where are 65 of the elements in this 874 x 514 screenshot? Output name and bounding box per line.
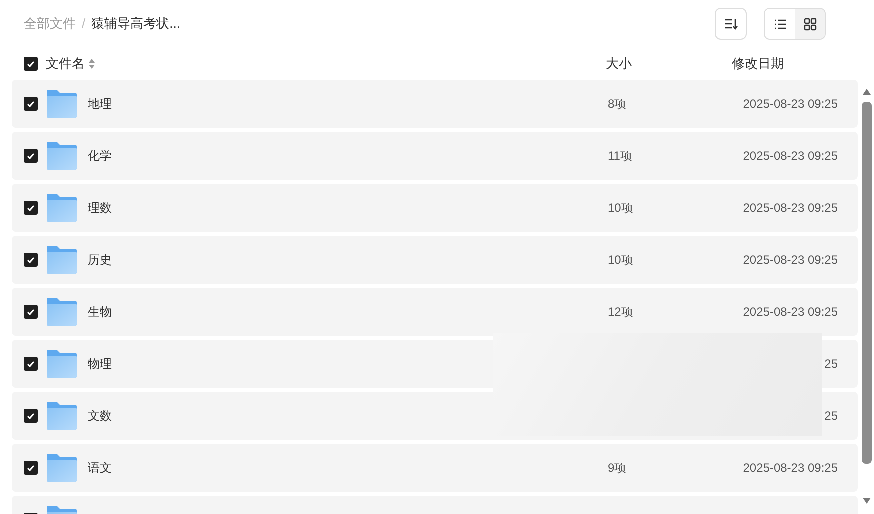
check-icon (27, 100, 35, 108)
modified-date: 2025-08-23 09:25 (742, 96, 838, 113)
check-icon (27, 360, 35, 368)
file-name: 化学 (88, 148, 113, 165)
check-icon (27, 204, 35, 212)
folder-icon (47, 350, 77, 378)
file-row[interactable]: 理数 10项 2025-08-23 09:25 (12, 184, 858, 232)
check-icon (27, 412, 35, 420)
file-name: 理数 (88, 200, 113, 217)
folder-icon (47, 142, 77, 170)
folder-icon (47, 298, 77, 326)
sort-lines-icon (724, 18, 738, 30)
checkbox[interactable] (24, 357, 38, 371)
check-icon (27, 256, 35, 264)
check-icon (27, 152, 35, 160)
checkbox[interactable] (24, 461, 38, 475)
checkbox[interactable] (24, 253, 38, 267)
folder-icon (47, 90, 77, 118)
file-name: 历史 (88, 252, 113, 269)
file-size: 10项 (608, 200, 634, 217)
modified-date: 2025-08-23 09:25 (742, 252, 838, 269)
file-name: 语文 (88, 460, 113, 477)
file-name: 生物 (88, 304, 113, 321)
breadcrumb-separator: / (82, 15, 86, 34)
file-row[interactable]: 语文 9项 2025-08-23 09:25 (12, 444, 858, 492)
sort-icon[interactable] (89, 59, 95, 69)
column-header[interactable]: 文件名 (46, 54, 85, 74)
file-size: 12项 (608, 304, 634, 321)
sort-button[interactable] (715, 8, 747, 40)
modified-date: 2025-08-23 09:25 (742, 304, 838, 321)
modified-date: 2025-08-23 09:25 (742, 200, 838, 217)
check-icon (27, 308, 35, 316)
file-size: 11项 (608, 148, 634, 165)
check-icon (27, 464, 35, 472)
column-header: 大小 (606, 55, 633, 74)
file-row[interactable]: 化学 11项 2025-08-23 09:25 (12, 132, 858, 180)
folder-icon (47, 246, 77, 274)
checkbox[interactable] (24, 409, 38, 423)
file-name: 物理 (88, 356, 113, 373)
file-row[interactable]: 历史 10项 2025-08-23 09:25 (12, 236, 858, 284)
modified-date: 25 (824, 356, 838, 373)
grid-icon (804, 18, 816, 30)
folder-icon (47, 454, 77, 482)
modified-date: 25 (824, 408, 838, 425)
modified-date: 2025-08-23 09:25 (742, 460, 838, 477)
folder-icon (47, 194, 77, 222)
file-row[interactable]: 地理 8项 2025-08-23 09:25 (12, 80, 858, 128)
file-size: 8项 (608, 96, 628, 113)
checkbox[interactable] (24, 57, 38, 71)
list-icon (774, 18, 786, 30)
file-size: 9项 (608, 460, 628, 477)
checkbox[interactable] (24, 97, 38, 111)
checkbox[interactable] (24, 201, 38, 215)
file-size: 10项 (608, 252, 634, 269)
check-icon (27, 60, 35, 68)
column-header: 修改日期 (732, 55, 785, 74)
breadcrumb-current: 猿辅导高考状... (92, 15, 180, 34)
file-name: 地理 (88, 96, 113, 113)
modified-date: 2025-08-23 09:25 (742, 148, 838, 165)
grid-view-button[interactable] (795, 9, 825, 39)
checkbox[interactable] (24, 149, 38, 163)
file-name: 文数 (88, 408, 113, 425)
checkbox[interactable] (24, 305, 38, 319)
file-row[interactable]: 生物 12项 2025-08-23 09:25 (12, 288, 858, 336)
folder-icon (47, 402, 77, 430)
